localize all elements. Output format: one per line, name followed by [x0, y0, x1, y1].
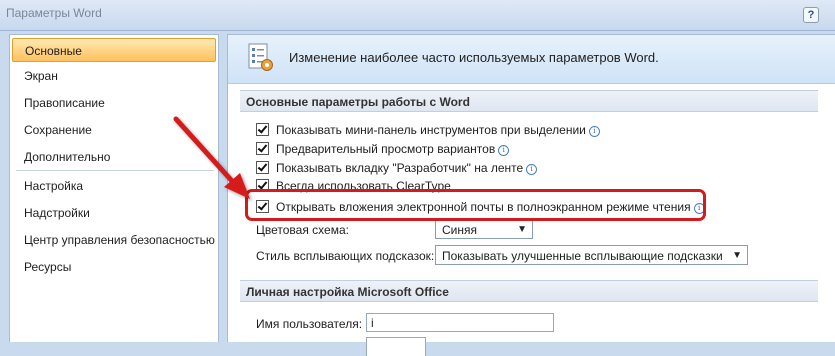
annotation-arrow-icon	[173, 116, 250, 199]
